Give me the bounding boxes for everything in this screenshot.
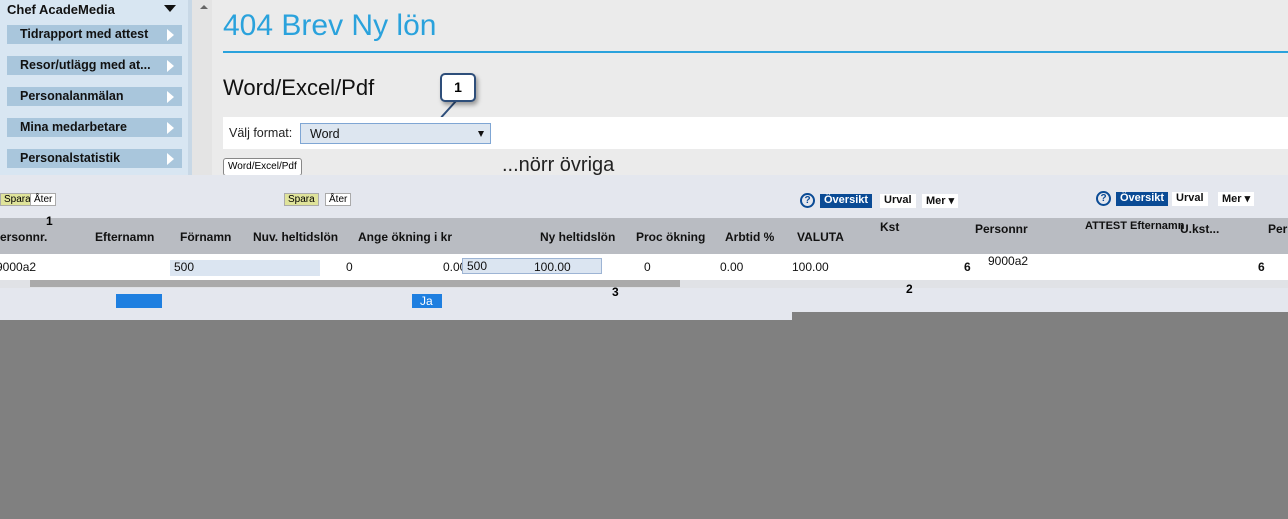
gray-overlay [792,312,1288,320]
column-header[interactable]: Ange ökning i kr [358,230,452,244]
chevron-right-icon [167,60,174,72]
horizontal-scrollbar[interactable] [0,280,1288,288]
tab-mer[interactable]: Mer ▾ [922,194,959,208]
chevron-right-icon [167,91,174,103]
column-header[interactable]: Förnamn [180,230,231,244]
cell-input[interactable]: 500 [462,258,602,274]
format-label: Välj format: [229,126,293,140]
sidebar-item-tidrapport[interactable]: Tidrapport med attest [7,25,182,44]
callout-pointer [440,100,457,119]
scrollbar-thumb[interactable] [30,280,680,287]
sidebar-scrollbar[interactable] [188,0,212,175]
sidebar-item-personalanmalan[interactable]: Personalanmälan [7,87,182,106]
sidebar-item-label: Tidrapport med attest [20,27,149,41]
tab-urval-2[interactable]: Urval [1172,192,1208,206]
column-header[interactable]: VALUTA [797,230,844,244]
help-icon[interactable]: ? [1096,191,1111,206]
back-button-2[interactable]: Åter [325,193,352,206]
format-select[interactable]: Word [300,123,491,144]
save-button-2[interactable]: Spara [284,193,319,206]
table-header: Personnr. Efternamn Förnamn Nuv. heltids… [0,218,1288,254]
section-heading: Word/Excel/Pdf [223,75,375,100]
title-divider [223,51,1288,53]
column-header[interactable]: Arbtid % [725,230,774,244]
column-header[interactable]: Personnr [975,222,1028,236]
ja-button[interactable]: Ja [412,294,442,308]
table-row[interactable]: 9000a2 500 0 0.00 500 100.00 0 0.00 100.… [0,254,1288,280]
tab-oversikt[interactable]: Översikt [820,194,873,208]
cell-input[interactable]: 500 [170,260,320,276]
chevron-down-icon [478,131,484,137]
column-header[interactable]: Personnr. [0,230,47,244]
step-badge: 3 [612,285,619,299]
back-button[interactable]: Åter [30,193,57,206]
chevron-down-icon[interactable] [164,5,176,12]
step-badge: 1 [46,214,53,228]
column-header[interactable]: ATTEST Efternamn [1085,220,1184,232]
cell: 0 [346,260,353,274]
column-header[interactable]: Ny heltidslön [540,230,615,244]
column-header[interactable]: Per [1268,222,1287,236]
cell: 100.00 [534,260,571,274]
cell: 9000a2 [988,254,1029,268]
sidebar-item-personalstatistik[interactable]: Personalstatistik [7,149,182,168]
format-value: Word [310,127,340,141]
chevron-right-icon [167,29,174,41]
help-icon[interactable]: ? [800,193,815,208]
cell: 6 [1258,260,1265,274]
scroll-up-icon[interactable] [200,5,208,9]
column-header[interactable]: U.kst... [1180,222,1219,236]
sidebar: Chef AcadeMedia Tidrapport med attest Re… [0,0,188,175]
tooltip: Word/Excel/Pdf [223,158,302,176]
column-header[interactable]: Nuv. heltidslön [253,230,338,244]
sidebar-item-label: Personalstatistik [20,151,121,165]
format-row: Välj format: Word [223,117,1288,149]
cell: 6 [964,260,971,274]
chevron-right-icon [167,153,174,165]
sidebar-item-medarbetare[interactable]: Mina medarbetare [7,118,182,137]
column-header[interactable]: Efternamn [95,230,154,244]
tab-oversikt-2[interactable]: Översikt [1116,192,1169,206]
main-content: 404 Brev Ny lön Word/Excel/Pdf 1 Välj fo… [212,0,1288,176]
cell: 9000a2 [0,260,37,274]
cell: 100.00 [792,260,829,274]
sidebar-item-label: Resor/utlägg med at... [20,58,151,72]
cell: 0 [644,260,651,274]
column-header[interactable]: Proc ökning [636,230,705,244]
sidebar-item-label: Mina medarbetare [20,120,127,134]
sidebar-title: Chef AcadeMedia [7,2,115,17]
tab-mer-2[interactable]: Mer ▾ [1218,192,1255,206]
callout-badge: 1 [440,73,476,102]
tab-urval[interactable]: Urval [880,194,916,208]
chevron-right-icon [167,122,174,134]
page-title: 404 Brev Ny lön [223,9,437,42]
sidebar-item-label: Personalanmälan [20,89,124,103]
cell: 0.00 [720,260,744,274]
sidebar-item-resor[interactable]: Resor/utlägg med at... [7,56,182,75]
step-badge: 2 [906,282,913,296]
column-header[interactable]: Kst [880,220,899,234]
blue-button[interactable] [116,294,162,308]
section-heading-2: ...nörr övriga [502,154,615,176]
